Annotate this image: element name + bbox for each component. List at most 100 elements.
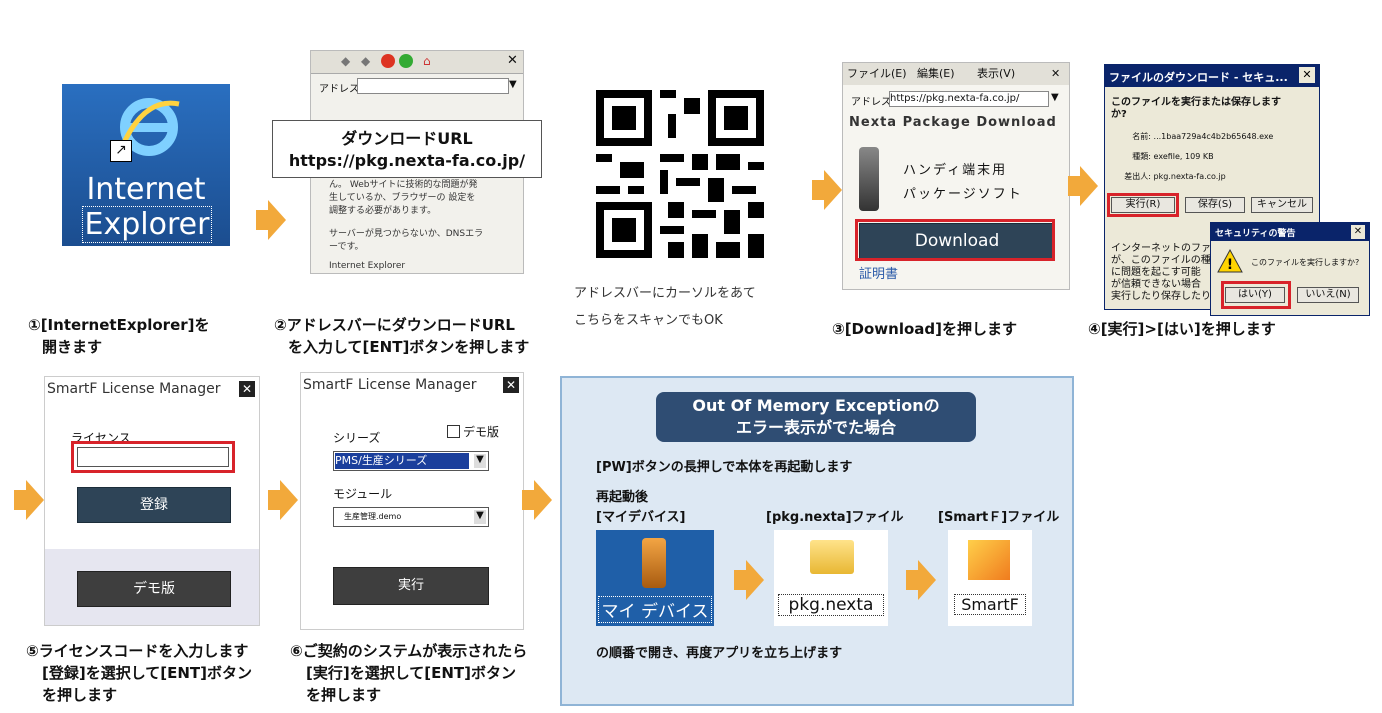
oom-instruction: [PW]ボタンの長押しで本体を再起動します	[596, 460, 853, 475]
desc-line2: パッケージソフト	[903, 187, 1023, 202]
forward-icon[interactable]: ◆	[361, 54, 370, 68]
callout-title: ダウンロードURL	[341, 129, 473, 148]
desc-line1: ハンディ端末用	[903, 163, 1008, 178]
stop-icon[interactable]	[381, 54, 395, 68]
yes-highlight	[1221, 281, 1291, 309]
address-bar: アドレス https://pkg.nexta-fa.co.jp/ ▼	[843, 89, 1069, 109]
security-warning-dialog: セキュリティの警告 ✕ ! このファイルを実行しますか? はい(Y) いいえ(N…	[1210, 222, 1370, 316]
chevron-down-icon[interactable]: ▼	[509, 79, 517, 90]
certificate-link[interactable]: 証明書	[859, 263, 898, 282]
no-button[interactable]: いいえ(N)	[1297, 287, 1359, 303]
error-text: 調整する必要があります。	[329, 206, 437, 216]
close-icon[interactable]: ✕	[507, 53, 518, 68]
step1-caption: ①[InternetExplorer]を 開きます	[28, 314, 210, 358]
menu-file[interactable]: ファイル(E)	[847, 63, 907, 85]
dialog-question2: か?	[1111, 109, 1127, 120]
chevron-down-icon[interactable]: ▼	[474, 510, 486, 524]
module-value: 生産管理.demo	[344, 512, 402, 521]
back-icon[interactable]: ◆	[341, 54, 350, 68]
close-icon[interactable]: ✕	[239, 381, 255, 397]
svg-text:!: !	[1227, 257, 1233, 273]
step2-caption-line2: を入力して[ENT]ボタンを押します	[288, 338, 530, 356]
step4-caption: ④[実行]>[はい]を押します	[1088, 320, 1276, 338]
close-icon[interactable]: ✕	[1351, 225, 1365, 239]
series-manager-window: SmartF License Manager ✕ シリーズ デモ版 PMS/生産…	[300, 372, 524, 630]
address-input[interactable]	[357, 78, 509, 94]
series-select[interactable]: PMS/生産シリーズ ▼	[333, 451, 489, 471]
step2-caption-line1: ②アドレスバーにダウンロードURL	[274, 316, 515, 334]
step1-caption-line2: 開きます	[42, 338, 103, 356]
pkg-label: [pkg.nexta]ファイル	[766, 510, 904, 525]
step-arrow-icon	[734, 560, 764, 600]
series-label: シリーズ	[333, 431, 381, 445]
close-icon[interactable]: ✕	[503, 377, 519, 393]
step-arrow-icon	[812, 170, 842, 210]
address-label: アドレス	[319, 84, 359, 95]
step-arrow-icon	[14, 480, 44, 520]
run-button[interactable]: 実行	[333, 567, 489, 605]
dialog-body-line: が信頼できない場合	[1111, 279, 1201, 290]
step2-caption: ②アドレスバーにダウンロードURL を入力して[ENT]ボタンを押します	[274, 314, 529, 358]
demo-checkbox[interactable]	[447, 425, 460, 438]
close-icon[interactable]: ✕	[1051, 63, 1060, 85]
oom-footer: の順番で開き、再度アプリを立ち上げます	[596, 646, 843, 661]
menu-view[interactable]: 表示(V)	[977, 63, 1015, 85]
step5-caption-line3: を押します	[42, 686, 118, 704]
step6-caption-line2: [実行]を選択して[ENT]ボタン	[306, 664, 517, 682]
close-icon[interactable]: ✕	[1299, 67, 1315, 83]
file-info: 名前: ...1baa729a4c4b2b65648.exe 種類: exefi…	[1111, 127, 1317, 187]
step5-caption-line1: ⑤ライセンスコードを入力します	[26, 642, 249, 660]
smartf-file-icon[interactable]: SmartF	[948, 530, 1032, 626]
error-text: サーバーが見つからないか、DNSエラ	[329, 229, 484, 239]
smartf-icon-text: SmartF	[954, 594, 1026, 615]
error-text: ん。 Webサイトに技術的な問題が発	[329, 180, 478, 190]
address-input[interactable]: https://pkg.nexta-fa.co.jp/	[889, 91, 1049, 107]
my-device-icon[interactable]: マイ デバイス	[596, 530, 714, 626]
dialog-titlebar: ファイルのダウンロード - セキュ... ✕	[1105, 65, 1319, 87]
chevron-down-icon[interactable]: ▼	[1051, 92, 1059, 103]
type-value: exefile, 109 KB	[1153, 152, 1214, 161]
browser-toolbar: ◆ ◆ ⌂ ✕	[311, 51, 523, 74]
download-browser-window: ファイル(E) 編集(E) 表示(V) ✕ アドレス https://pkg.n…	[842, 62, 1070, 290]
dialog-body-line: に問題を起こす可能	[1111, 267, 1201, 278]
pkg-folder-icon[interactable]: pkg.nexta	[774, 530, 888, 626]
oom-heading: Out Of Memory Exceptionの エラー表示がでた場合	[656, 392, 976, 442]
series-value: PMS/生産シリーズ	[335, 453, 469, 469]
license-manager-window: SmartF License Manager ✕ ライセンス 登録 デモ版	[44, 376, 260, 626]
dialog-body-line: 実行したり保存したり	[1111, 291, 1211, 302]
download-highlight	[855, 219, 1055, 261]
register-button[interactable]: 登録	[77, 487, 231, 523]
home-icon[interactable]: ⌂	[423, 54, 431, 68]
oom-heading-line2: エラー表示がでた場合	[735, 418, 896, 437]
error-text: 生しているか、ブラウザーの 設定を	[329, 193, 476, 203]
window-title: SmartF License Manager	[303, 377, 477, 393]
dialog-title: ファイルのダウンロード - セキュ...	[1109, 71, 1288, 84]
cancel-button[interactable]: キャンセル	[1251, 197, 1313, 213]
device-icon-text: マイ デバイス	[598, 596, 712, 623]
module-select[interactable]: 生産管理.demo ▼	[333, 507, 489, 527]
menu-edit[interactable]: 編集(E)	[917, 63, 955, 85]
page-title: Nexta Package Download	[849, 115, 1057, 130]
warning-text: このファイルを実行しますか?	[1251, 258, 1360, 267]
run-highlight	[1107, 193, 1179, 217]
dialog-body-line: インターネットのファイ	[1111, 243, 1221, 254]
step5-caption: ⑤ライセンスコードを入力します [登録]を選択して[ENT]ボタン を押します	[26, 640, 252, 706]
oom-heading-line1: Out Of Memory Exceptionの	[692, 396, 940, 415]
module-label: モジュール	[333, 487, 393, 501]
step1-caption-line1: ①[InternetExplorer]を	[28, 316, 210, 334]
callout-url: https://pkg.nexta-fa.co.jp/	[288, 151, 526, 170]
smartf-label: [SmartＦ]ファイル	[938, 510, 1060, 525]
name-label: 名前:	[1132, 132, 1151, 141]
refresh-icon[interactable]	[399, 54, 413, 68]
address-bar: アドレス ▼	[311, 76, 523, 96]
save-button[interactable]: 保存(S)	[1185, 197, 1245, 213]
chevron-down-icon[interactable]: ▼	[474, 454, 486, 468]
demo-button[interactable]: デモ版	[77, 571, 231, 607]
warning-icon: !	[1217, 249, 1243, 273]
step-arrow-icon	[906, 560, 936, 600]
ie-icon-label-line1: Internet	[86, 172, 206, 207]
from-value: pkg.nexta-fa.co.jp	[1153, 172, 1226, 181]
ie-desktop-icon[interactable]: ↗ Internet Explorer	[62, 84, 230, 246]
device-phone-icon	[642, 538, 666, 588]
menu-bar: ファイル(E) 編集(E) 表示(V) ✕	[843, 63, 1069, 85]
